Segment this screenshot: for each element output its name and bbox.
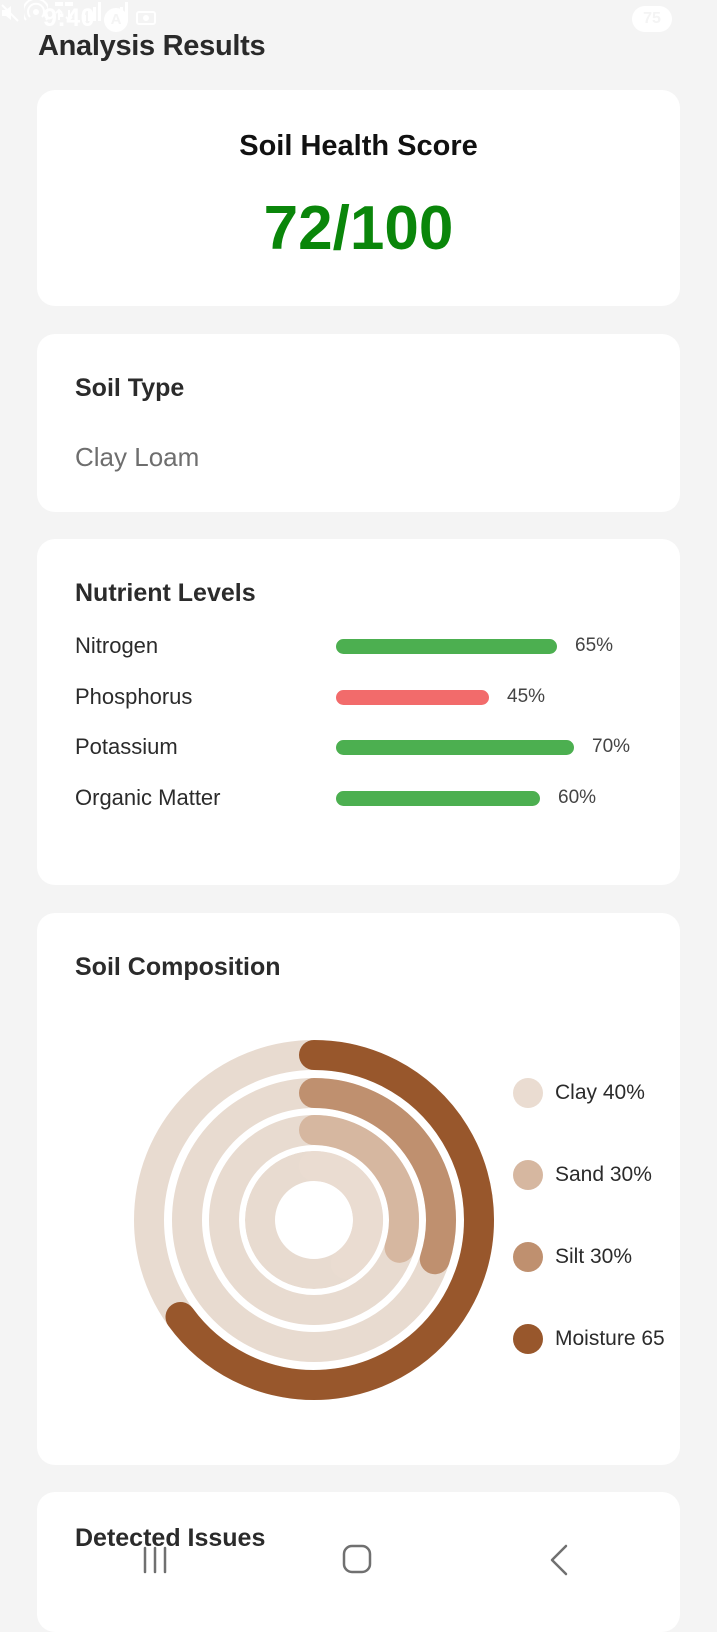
page-title: Analysis Results <box>38 30 266 62</box>
nutrient-name: Organic Matter <box>75 785 221 810</box>
nutrient-bar <box>336 740 574 755</box>
score-label: Soil Health Score <box>239 130 478 162</box>
soil-composition-chart <box>134 1040 494 1400</box>
soil-health-score-card: Soil Health Score 72/100 <box>37 90 680 306</box>
nutrient-row-potassium: Potassium 70% <box>75 732 655 762</box>
nutrient-percent: 60% <box>558 787 597 808</box>
nutrient-name: Nitrogen <box>75 633 159 658</box>
nutrient-name: Phosphorus <box>75 684 193 709</box>
nutrient-percent: 65% <box>575 635 614 656</box>
battery-icon: 75 <box>632 6 672 32</box>
nutrient-percent: 45% <box>507 686 546 707</box>
back-icon[interactable] <box>546 1542 572 1578</box>
nutrient-bar <box>336 791 540 806</box>
nutrient-name: Potassium <box>75 734 178 759</box>
nutrient-row-phosphorus: Phosphorus 45% <box>75 682 655 712</box>
nutrient-row-organic-matter: Organic Matter 60% <box>75 783 655 813</box>
legend-label: Silt 30% <box>555 1245 633 1268</box>
soil-composition-card: Soil Composition Clay 40% Sand 30% Silt … <box>37 913 680 1465</box>
legend-swatch <box>513 1078 543 1108</box>
home-icon[interactable] <box>340 1542 374 1576</box>
nutrient-percent: 70% <box>592 736 631 757</box>
nutrient-levels-heading: Nutrient Levels <box>75 579 256 607</box>
legend-swatch <box>513 1242 543 1272</box>
legend-label: Sand 30% <box>555 1163 652 1186</box>
nutrient-bar <box>336 639 557 654</box>
soil-type-value: Clay Loam <box>75 442 200 472</box>
legend-swatch <box>513 1324 543 1354</box>
soil-composition-heading: Soil Composition <box>75 953 281 981</box>
nutrient-levels-card: Nutrient Levels Nitrogen 65% Phosphorus … <box>37 539 680 885</box>
soil-type-card: Soil Type Clay Loam <box>37 334 680 512</box>
accessibility-badge-icon: A <box>104 8 128 32</box>
ring-arc-clay <box>299 1151 383 1279</box>
nutrient-row-nitrogen: Nitrogen 65% <box>75 631 655 661</box>
legend-label: Moisture 65 <box>555 1327 665 1350</box>
nutrient-bar <box>336 690 489 705</box>
legend-label: Clay 40% <box>555 1081 645 1104</box>
recent-apps-icon[interactable] <box>140 1544 170 1576</box>
legend-swatch <box>513 1160 543 1190</box>
status-time: 9:40 <box>43 4 96 32</box>
mute-icon <box>1 4 19 22</box>
navigation-bar <box>0 1520 717 1600</box>
screen-record-icon <box>136 11 156 25</box>
soil-type-heading: Soil Type <box>75 374 185 402</box>
score-value: 72/100 <box>263 194 454 263</box>
